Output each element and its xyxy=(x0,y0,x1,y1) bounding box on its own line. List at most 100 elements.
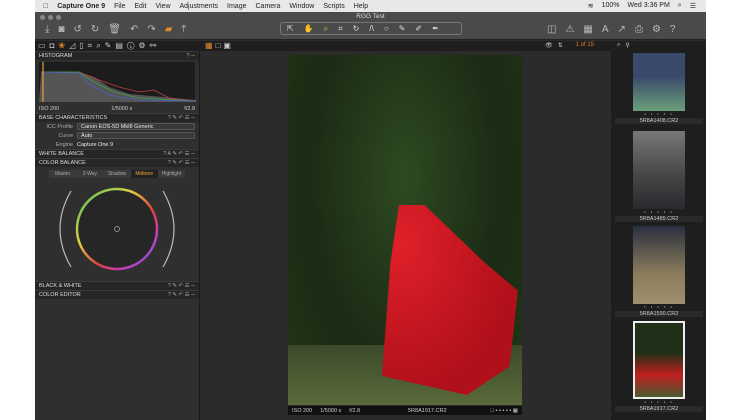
tab-midtone[interactable]: Midtone xyxy=(130,170,158,178)
camera-icon[interactable]: ◙ xyxy=(58,24,64,35)
color-editor-header[interactable]: COLOR EDITOR? ✎ ↶ ☰ ─ xyxy=(35,290,199,299)
trash-icon[interactable]: 🗑 xyxy=(108,24,121,35)
adjustments-icon[interactable]: ▤ xyxy=(115,41,127,50)
main-photo[interactable] xyxy=(288,55,522,405)
thumbnail[interactable]: • • • • • 5R8A1408.CR2 xyxy=(615,53,703,124)
local-adj-icon[interactable]: ✎ xyxy=(105,41,116,50)
metadata-icon[interactable]: ⓘ xyxy=(127,41,138,50)
black-white-header[interactable]: BLACK & WHITE? ✎ ↶ ☰ ─ xyxy=(35,281,199,290)
battery-level[interactable]: 100% xyxy=(602,2,620,10)
saturation-slider[interactable] xyxy=(59,190,72,268)
multi-view-icon[interactable]: ▣ xyxy=(223,41,234,50)
thumbnail-rating[interactable]: • • • • • xyxy=(615,399,703,404)
zoom-icon[interactable]: ⌕ xyxy=(324,24,328,34)
thumbnail-image[interactable] xyxy=(633,131,685,209)
tab-shadow[interactable]: Shadow xyxy=(103,170,130,178)
thumbnail-image[interactable] xyxy=(633,321,685,399)
color-wheel[interactable] xyxy=(35,181,200,276)
apple-icon[interactable]:  xyxy=(43,3,48,10)
redo-icon[interactable]: ↷ xyxy=(147,24,155,35)
lens-icon[interactable]: ▯ xyxy=(79,41,87,50)
thumbnail-rating[interactable]: • • • • • xyxy=(615,209,703,214)
crop-icon[interactable]: ⌗ xyxy=(338,24,343,34)
rotate-icon[interactable]: ↻ xyxy=(353,24,360,33)
tools-panel: HISTOGRAM? ─ ISO 200 1/5000 s f/2.8 BASE… xyxy=(35,51,200,420)
copy-apply-icon[interactable]: ▰ xyxy=(165,24,173,35)
text-icon[interactable]: A xyxy=(602,24,609,35)
keystone-icon[interactable]: /\ xyxy=(369,24,373,33)
import-icon[interactable]: ⤓ xyxy=(45,24,49,35)
thumbnail-rating[interactable]: • • • • • xyxy=(615,111,703,116)
grid-view-icon[interactable]: ▦ xyxy=(205,41,216,50)
grid-icon[interactable]: ▦ xyxy=(583,24,592,35)
menu-camera[interactable]: Camera xyxy=(256,3,281,10)
menu-scripts[interactable]: Scripts xyxy=(323,3,344,10)
thumbnail[interactable]: • • • • • 5R8A1489.CR2 xyxy=(615,131,703,222)
composition-icon[interactable]: ⌗ xyxy=(88,41,97,50)
section-title: BLACK & WHITE xyxy=(39,283,82,289)
thumbnail-rating[interactable]: • • • • • xyxy=(615,304,703,309)
color-balance-header[interactable]: COLOR BALANCE? ✎ ↶ ☰ ─ xyxy=(35,158,199,167)
clock[interactable]: Wed 3:36 PM xyxy=(628,2,670,10)
help-icon[interactable]: ? xyxy=(670,24,676,35)
thumbnail-image[interactable] xyxy=(633,53,685,111)
spotlight-icon[interactable]: ⌕ xyxy=(678,2,682,10)
menu-view[interactable]: View xyxy=(155,3,170,10)
thumbnail[interactable]: • • • • • 5R8A1590.CR2 xyxy=(615,226,703,317)
thumbnail-image[interactable] xyxy=(633,226,685,304)
picker-icon[interactable]: ✒ xyxy=(432,24,439,33)
thumbnail-filename: 5R8A1408.CR2 xyxy=(615,118,703,124)
curve-select[interactable]: Auto xyxy=(77,132,195,139)
gradient-icon[interactable]: ✐ xyxy=(415,24,422,33)
gear-icon[interactable]: ⚙ xyxy=(652,24,661,35)
brush-icon[interactable]: ✎ xyxy=(399,24,406,33)
base-characteristics-header[interactable]: BASE CHARACTERISTICS? ✎ ↶ ☰ ─ xyxy=(35,113,199,122)
viewer-aperture: f/2.8 xyxy=(349,407,360,414)
export-icon[interactable]: ⤒ xyxy=(181,24,185,35)
library-icon[interactable]: ▭ xyxy=(38,41,50,50)
print-icon[interactable]: ⎙ xyxy=(635,24,643,35)
tab-3-way[interactable]: 3-Way xyxy=(76,170,103,178)
menu-file[interactable]: File xyxy=(114,3,125,10)
sort-icon[interactable]: ⇅ xyxy=(558,42,563,49)
histogram xyxy=(39,62,197,102)
icc-profile-select[interactable]: Canon EOS-5D MkIII Generic xyxy=(77,123,195,130)
color-icon[interactable]: ❀ xyxy=(58,41,69,50)
cursor-tools[interactable]: ⇱ ✋ ⌕ ⌗ ↻ /\ ○ ✎ ✐ ✒ xyxy=(280,22,462,35)
menu-help[interactable]: Help xyxy=(354,3,368,10)
menu-adjustments[interactable]: Adjustments xyxy=(180,3,219,10)
output-icon[interactable]: ⚙ xyxy=(138,41,149,50)
notification-icon[interactable]: ☰ xyxy=(690,2,696,10)
menu-edit[interactable]: Edit xyxy=(134,3,146,10)
search-icon[interactable]: ⌕ xyxy=(617,42,620,49)
select-icon[interactable]: ⇱ xyxy=(287,24,294,33)
preview-eye-icon[interactable]: 👁 xyxy=(545,42,553,49)
warning-icon[interactable]: ⚠ xyxy=(565,24,574,35)
histogram-header[interactable]: HISTOGRAM? ─ xyxy=(35,51,199,60)
details-icon[interactable]: ⌕ xyxy=(96,41,104,50)
spot-icon[interactable]: ○ xyxy=(384,24,389,33)
rotate-right-icon[interactable]: ↻ xyxy=(91,24,99,35)
lightness-slider[interactable] xyxy=(162,190,175,268)
tab-master[interactable]: Master xyxy=(49,170,76,178)
thumbnail-selected[interactable]: • • • • • 5R8A1917.CR2 xyxy=(615,321,703,412)
engine-label: Engine xyxy=(55,141,73,148)
exposure-icon[interactable]: ◿ xyxy=(69,41,79,50)
section-title: BASE CHARACTERISTICS xyxy=(39,115,108,121)
rotate-left-icon[interactable]: ↺ xyxy=(73,24,81,35)
rating-stars[interactable]: □ • • • • • ▦ xyxy=(491,408,522,414)
batch-icon[interactable]: ⚯ xyxy=(150,41,161,50)
wifi-icon[interactable]: ≋ xyxy=(588,2,594,10)
menu-window[interactable]: Window xyxy=(289,3,314,10)
viewer-iso: ISO 200 xyxy=(292,407,313,414)
menu-app[interactable]: Capture One 9 xyxy=(57,3,105,10)
tab-highlight[interactable]: Highlight xyxy=(158,170,185,178)
copy-icon[interactable]: ↗ xyxy=(618,24,626,35)
white-balance-header[interactable]: WHITE BALANCE? A ✎ ↶ ☰ ─ xyxy=(35,149,199,158)
menu-image[interactable]: Image xyxy=(227,3,246,10)
compare-icon[interactable]: ◫ xyxy=(547,24,556,35)
pan-icon[interactable]: ✋ xyxy=(304,24,314,33)
section-title: HISTOGRAM xyxy=(39,53,73,59)
undo-icon[interactable]: ↶ xyxy=(130,24,138,35)
user-icon[interactable]: ⚲ xyxy=(625,42,629,49)
